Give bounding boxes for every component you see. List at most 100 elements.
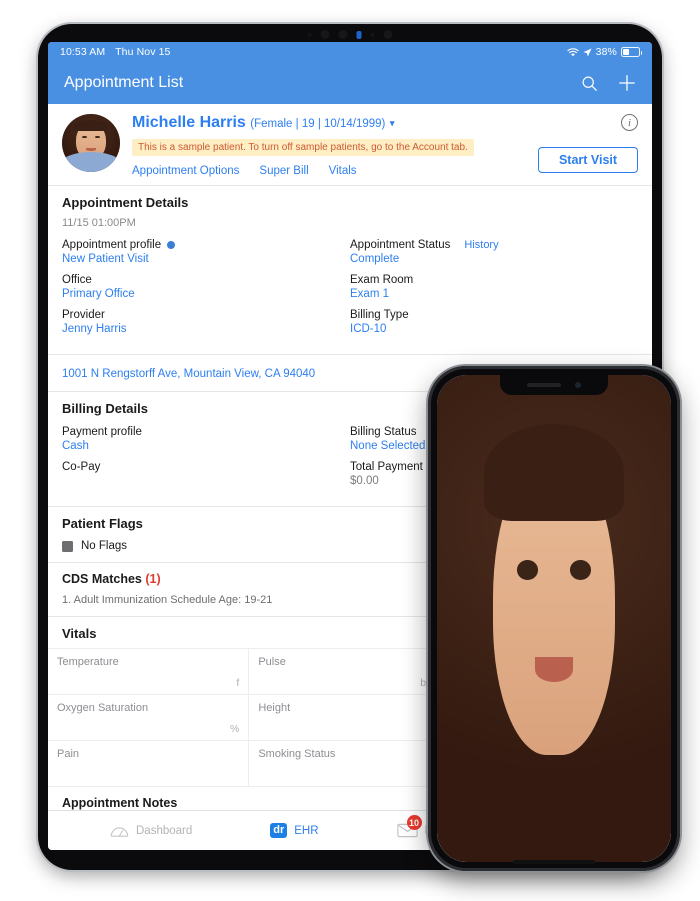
field-label: Exam Room [350, 274, 414, 286]
phone-screen: 11:27 Cancel Save [437, 375, 671, 862]
vital-label: Oxygen Saturation [57, 702, 149, 714]
wifi-icon [567, 47, 579, 56]
field-value[interactable]: Complete [350, 253, 638, 265]
field-billing-type: Billing Type ICD-10 [350, 309, 638, 335]
sensor-dot-icon [307, 32, 312, 37]
phone-patient-row[interactable]: Jenny Harris Female 02/11/1980 [437, 375, 671, 862]
vital-temperature[interactable]: Temperature f [48, 649, 250, 695]
field-value[interactable]: Primary Office [62, 288, 350, 300]
tab-dashboard[interactable]: Dashboard [110, 824, 192, 838]
status-time: 10:53 AM [60, 46, 106, 58]
flag-value: No Flags [81, 540, 128, 552]
patient-links: Appointment Options Super Bill Vitals [132, 165, 518, 177]
tablet-bezel-top [38, 24, 662, 42]
link-appointment-options[interactable]: Appointment Options [132, 165, 239, 177]
sensor-dot-icon [370, 32, 375, 37]
status-date: Thu Nov 15 [115, 46, 171, 58]
field-label: Billing Status [350, 426, 417, 438]
vital-label: Temperature [57, 656, 119, 668]
appointment-datetime: 11/15 01:00PM [62, 217, 136, 229]
vital-height[interactable]: Heightin [249, 695, 451, 741]
field-payment-profile: Payment profile Cash [62, 426, 350, 452]
field-value[interactable]: New Patient Visit [62, 253, 350, 265]
sensor-dot-icon [383, 30, 393, 39]
vital-label: Height [258, 702, 291, 714]
sample-patient-banner: This is a sample patient. To turn off sa… [132, 139, 474, 156]
field-label: Total Payment [350, 461, 423, 473]
flag-square-icon [62, 540, 73, 552]
tablet-nav-bar: Appointment List [48, 62, 652, 104]
appointment-details-right-column: Appointment Status History Complete Exam … [350, 239, 638, 344]
field-label: Office [62, 274, 92, 286]
battery-percent: 38% [595, 46, 617, 58]
phone-content: Jenny Harris Female 02/11/1980 Provider … [437, 375, 671, 862]
location-arrow-icon [583, 47, 592, 57]
sensor-dot-icon [338, 30, 348, 39]
tablet-sensor-cluster [307, 30, 393, 39]
section-title: CDS Matches [62, 572, 142, 586]
address-text: 1001 N Rengstorff Ave, Mountain View, CA… [62, 368, 316, 380]
patient-name-text: Michelle Harris [132, 114, 246, 131]
vital-oxygen-saturation[interactable]: Oxygen Saturation% [48, 695, 250, 741]
tablet-status-bar: 10:53 AM Thu Nov 15 38% [48, 42, 652, 62]
search-icon[interactable] [581, 75, 598, 92]
field-label: Billing Type [350, 309, 409, 321]
tab-label: Dashboard [136, 824, 193, 837]
gauge-icon [110, 826, 129, 837]
field-exam-room: Exam Room Exam 1 [350, 274, 638, 300]
tab-ehr[interactable]: dr EHR [270, 823, 319, 838]
field-label: Provider [62, 309, 105, 321]
phone-notch [500, 375, 608, 395]
plus-icon[interactable] [618, 74, 636, 92]
vital-smoking-status[interactable]: Smoking Status [249, 741, 451, 787]
field-value[interactable]: Jenny Harris [62, 323, 350, 335]
dr-logo-icon: dr [270, 823, 288, 838]
page-title: Appointment List [64, 74, 184, 91]
battery-icon [621, 47, 642, 57]
vital-unit: f [236, 677, 240, 689]
field-value[interactable]: Exam 1 [350, 288, 638, 300]
cds-count-badge: (1) [145, 572, 161, 586]
patient-meta: (Female | 19 | 10/14/1999) [250, 118, 386, 130]
patient-photo [62, 114, 120, 172]
field-label: Appointment profile [62, 239, 162, 251]
tab-label: EHR [294, 824, 319, 837]
screenshot-stage: 10:53 AM Thu Nov 15 38% Appointment List… [0, 0, 700, 901]
field-value[interactable]: Cash [62, 440, 350, 452]
phone-device: 11:27 Cancel Save [428, 366, 680, 871]
avatar [437, 375, 671, 862]
billing-left-column: Payment profile Cash Co-Pay [62, 426, 350, 496]
start-visit-button[interactable]: Start Visit [538, 147, 638, 173]
front-camera-icon [356, 30, 362, 39]
appointment-details-left-column: Appointment profile New Patient Visit Of… [62, 239, 350, 344]
chevron-down-icon[interactable]: ▾ [390, 114, 395, 132]
field-co-pay: Co-Pay [62, 461, 350, 473]
link-super-bill[interactable]: Super Bill [259, 165, 308, 177]
field-office: Office Primary Office [62, 274, 350, 300]
earpiece-speaker-icon [527, 383, 561, 387]
vital-pulse[interactable]: Pulsebpm [249, 649, 451, 695]
vital-pain[interactable]: Pain [48, 741, 250, 787]
vital-label: Pulse [258, 656, 286, 668]
patient-name[interactable]: Michelle Harris (Female | 19 | 10/14/199… [132, 114, 518, 133]
field-label: Co-Pay [62, 461, 101, 473]
provider-photo [437, 375, 671, 862]
field-appointment-profile: Appointment profile New Patient Visit [62, 239, 350, 265]
front-camera-icon [575, 382, 581, 388]
messages-badge: 10 [406, 815, 422, 830]
sensor-dot-icon [320, 30, 330, 39]
history-link[interactable]: History [464, 239, 498, 251]
vital-label: Smoking Status [258, 748, 336, 760]
vital-unit: % [229, 723, 240, 735]
field-provider: Provider Jenny Harris [62, 309, 350, 335]
field-label: Payment profile [62, 426, 142, 438]
field-value[interactable]: ICD-10 [350, 323, 638, 335]
appointment-details-section: Appointment Details 11/15 01:00PM Appoin… [48, 186, 652, 355]
field-label: Appointment Status [350, 239, 451, 251]
avatar [62, 114, 120, 172]
section-title: Appointment Details [62, 195, 189, 210]
patient-header: Michelle Harris (Female | 19 | 10/14/199… [48, 104, 652, 186]
home-indicator [513, 860, 595, 864]
link-vitals[interactable]: Vitals [329, 165, 357, 177]
info-icon[interactable]: i [621, 114, 638, 131]
